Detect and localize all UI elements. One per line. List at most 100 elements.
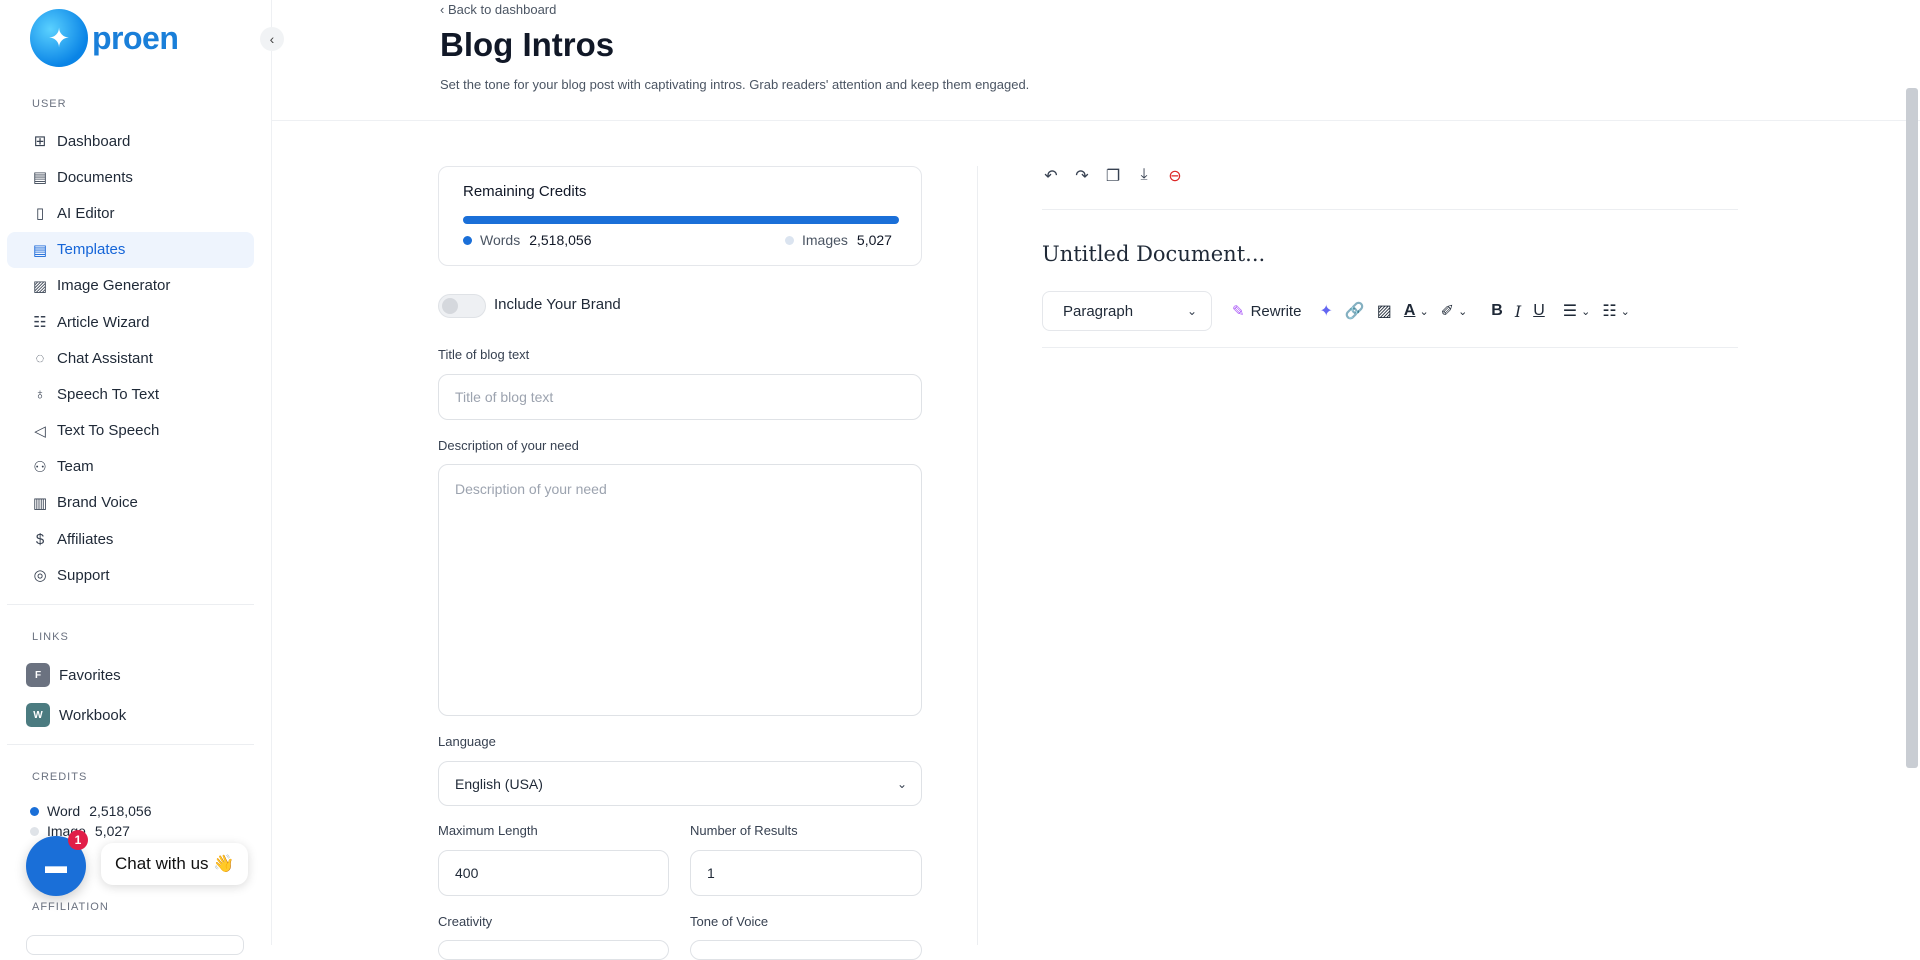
undo-icon[interactable]: ↶ [1042, 166, 1060, 186]
sidebar-item-label: AI Editor [57, 204, 115, 222]
italic-icon[interactable]: I [1515, 302, 1521, 321]
sidebar-item-brand-voice[interactable]: ▥ Brand Voice [7, 485, 254, 521]
max-length-input[interactable]: 400 [438, 850, 669, 896]
rewrite-button[interactable]: ✎ Rewrite [1232, 302, 1302, 321]
document-title[interactable]: Untitled Document... [1042, 242, 1265, 266]
link-label: Workbook [59, 706, 127, 724]
user-plus-icon: ⚇ [33, 458, 47, 476]
image-icon: ▨ [32, 277, 48, 295]
divider [1042, 347, 1738, 348]
paragraph-select[interactable]: Paragraph ⌄ [1042, 291, 1212, 331]
image-icon[interactable]: ▨ [1377, 301, 1392, 321]
brand-icon: ▥ [32, 494, 48, 512]
sidebar-item-label: Article Wizard [57, 313, 150, 331]
chevron-down-icon[interactable]: ⌄ [1419, 305, 1428, 318]
word-dot-icon [30, 806, 39, 816]
sidebar-item-label: Image Generator [57, 277, 171, 295]
chevron-down-icon[interactable]: ⌄ [1581, 305, 1590, 318]
chevron-left-icon: ‹ [440, 2, 448, 17]
sidebar-item-speech-to-text[interactable]: ♁ Speech To Text [7, 376, 254, 412]
sidebar-item-image-generator[interactable]: ▨ Image Generator [7, 268, 254, 304]
language-label: Language [438, 734, 496, 749]
download-icon[interactable]: ⤓ [1135, 166, 1153, 186]
links-section-label: LINKS [32, 631, 69, 643]
words-label: Words [480, 232, 521, 248]
chevron-down-icon: ⌄ [1186, 304, 1197, 318]
images-dot-icon [785, 235, 794, 245]
include-brand-toggle[interactable] [438, 294, 486, 318]
blog-title-input[interactable]: Title of blog text [438, 374, 922, 420]
grid-icon: ⊞ [33, 133, 47, 151]
sidebar-item-dashboard[interactable]: ⊞ Dashboard [7, 123, 254, 159]
bullet-list-icon[interactable]: ☰ [1563, 301, 1577, 321]
description-textarea[interactable]: Description of your need [438, 464, 922, 716]
underline-icon[interactable]: U [1533, 302, 1545, 320]
toggle-knob [442, 298, 458, 314]
link-favorites[interactable]: F Favorites [26, 663, 121, 687]
sidebar-item-documents[interactable]: ▤ Documents [7, 159, 254, 195]
scrollbar[interactable] [1906, 88, 1918, 768]
page-title: Blog Intros [440, 26, 615, 63]
link-workbook[interactable]: W Workbook [26, 703, 126, 727]
text-color-icon[interactable]: A [1404, 302, 1416, 320]
chat-with-us-bubble[interactable]: Chat with us 👋 [101, 843, 249, 885]
credits-progress-fill [463, 216, 899, 224]
divider [7, 744, 254, 745]
sidebar-item-text-to-speech[interactable]: ◁ Text To Speech [7, 413, 254, 449]
image-value: 5,027 [94, 823, 130, 839]
credits-progress-bar [463, 216, 899, 224]
sidebar-item-templates[interactable]: ▤ Templates [7, 231, 254, 268]
redo-icon[interactable]: ↷ [1073, 166, 1091, 186]
divider [7, 604, 254, 605]
numbered-list-icon[interactable]: ☷ [1602, 301, 1616, 321]
chevron-down-icon[interactable]: ⌄ [1621, 305, 1630, 318]
archive-icon: ▤ [32, 169, 48, 187]
word-credits: Word 2,518,056 [30, 803, 152, 819]
logo[interactable]: ✦ proen [30, 9, 179, 67]
page-subtitle: Set the tone for your blog post with cap… [440, 77, 1030, 92]
sidebar-item-label: Chat Assistant [57, 349, 153, 367]
description-label: Description of your need [438, 438, 579, 453]
sidebar-item-chat-assistant[interactable]: ◌ Chat Assistant [7, 340, 254, 376]
copy-icon[interactable]: ❐ [1104, 166, 1122, 186]
sidebar-item-ai-editor[interactable]: ▯ AI Editor [7, 195, 254, 231]
creativity-select[interactable] [438, 940, 669, 960]
credits-title: Remaining Credits [463, 183, 587, 200]
sidebar-item-label: Affiliates [57, 530, 114, 548]
sidebar-nav: ⊞ Dashboard ▤ Documents ▯ AI Editor ▤ Templates… [7, 123, 254, 593]
chevron-down-icon: ⌄ [896, 776, 907, 791]
sparkle-icon[interactable]: ✦ [1319, 301, 1332, 321]
results-label: Number of Results [690, 823, 798, 838]
sidebar-item-label: Speech To Text [57, 385, 160, 403]
language-select[interactable]: English (USA) ⌄ [438, 761, 922, 806]
sidebar-item-support[interactable]: ◎ Support [7, 557, 254, 593]
file-text-icon: ▤ [32, 241, 48, 259]
affiliation-box [26, 935, 244, 955]
highlight-icon[interactable]: ✐ [1441, 301, 1454, 321]
number-of-results-input[interactable]: 1 [690, 850, 922, 896]
rewrite-label: Rewrite [1250, 302, 1302, 320]
sidebar-item-affiliates[interactable]: $ Affiliates [7, 521, 254, 557]
back-link[interactable]: ‹ Back to dashboard [440, 2, 556, 17]
delete-icon[interactable]: ⊖ [1166, 166, 1184, 186]
sidebar-item-article-wizard[interactable]: ☷ Article Wizard [7, 304, 254, 340]
title-label: Title of blog text [438, 347, 530, 362]
sidebar-item-team[interactable]: ⚇ Team [7, 449, 254, 485]
chat-unread-badge: 1 [68, 830, 88, 850]
chat-icon: ▬ [45, 853, 67, 878]
include-brand-label: Include Your Brand [494, 296, 621, 313]
tone-of-voice-select[interactable] [690, 940, 922, 960]
images-credits: Images 5,027 [785, 232, 892, 248]
chevron-down-icon[interactable]: ⌄ [1458, 305, 1467, 318]
sidebar-item-label: Support [57, 566, 110, 584]
link-icon[interactable]: 🔗 [1345, 301, 1365, 321]
speaker-icon: ◁ [34, 422, 46, 440]
bold-icon[interactable]: B [1491, 302, 1503, 320]
link-label: Favorites [59, 666, 121, 684]
sidebar-item-label: Team [57, 458, 94, 476]
format-toolbar: Paragraph ⌄ ✎ Rewrite ✦ 🔗 ▨ A ⌄ ✐ ⌄ B I … [1042, 291, 1630, 331]
lifebuoy-icon: ◎ [33, 567, 47, 585]
editor-toolbar: ↶ ↷ ❐ ⤓ ⊖ [1042, 166, 1184, 186]
language-value: English (USA) [455, 775, 543, 792]
user-section-label: USER [32, 98, 67, 110]
